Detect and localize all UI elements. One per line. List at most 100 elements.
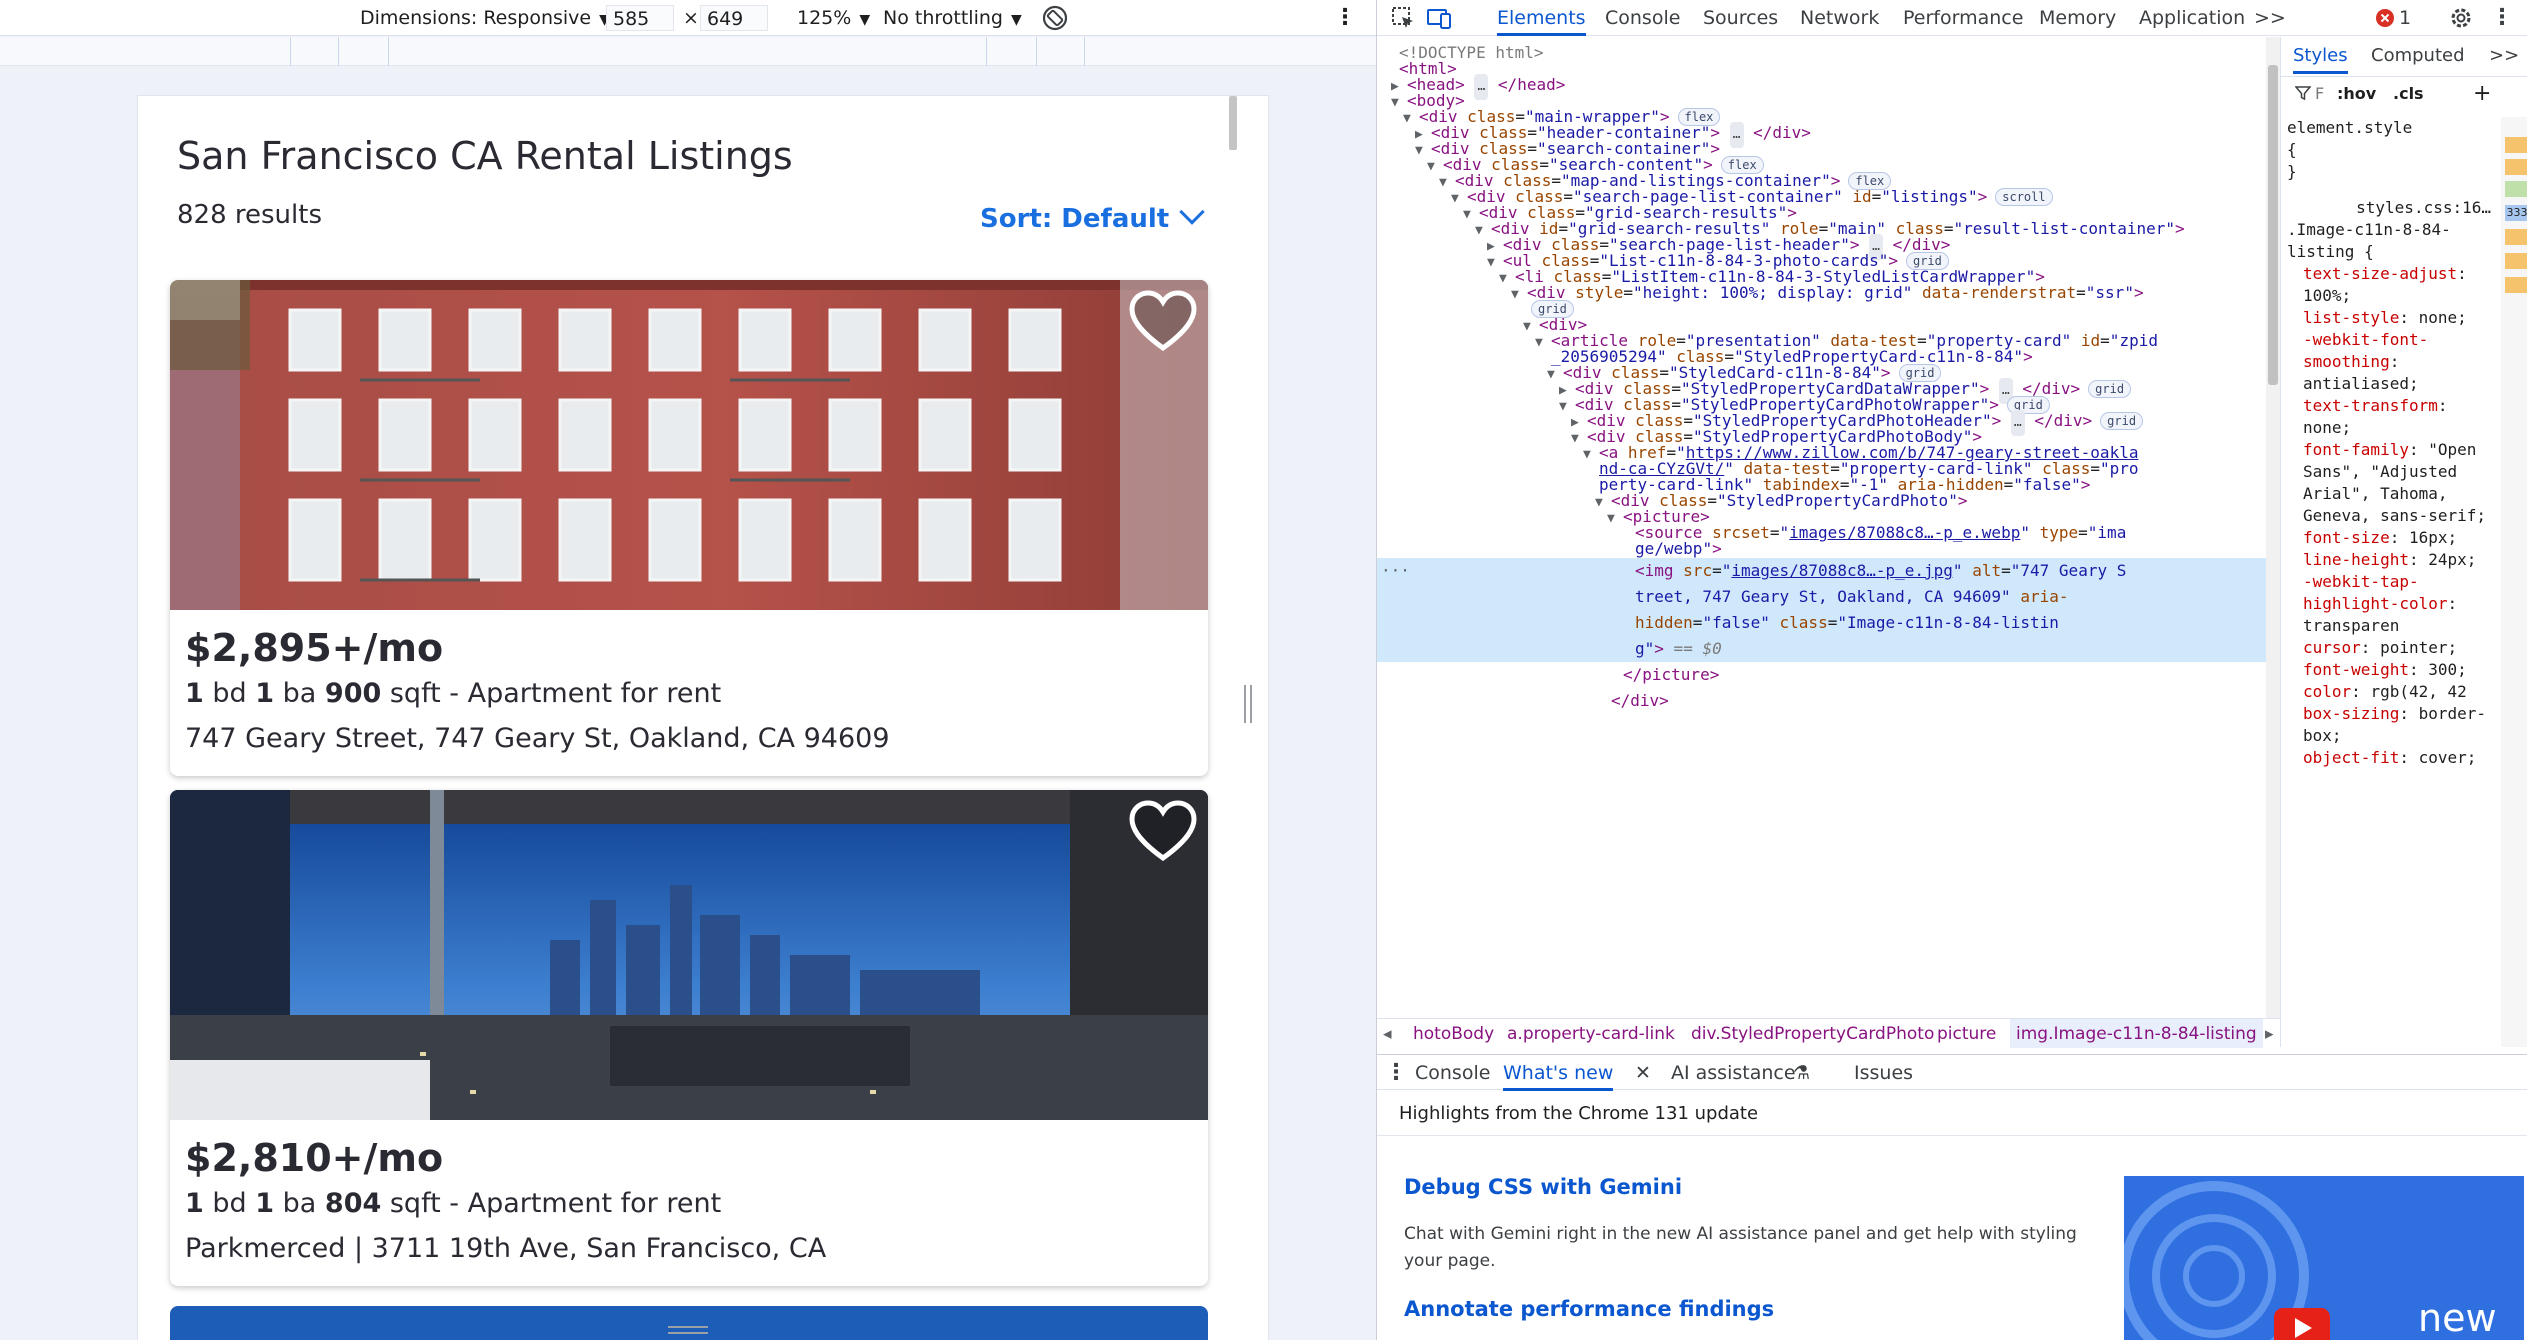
breadcrumb-item-current[interactable]: img.Image-c11n-8-84-listing — [2010, 1019, 2263, 1048]
dom-line-selected[interactable]: treet, 747 Geary St, Oakland, CA 94609" … — [1377, 584, 2266, 610]
dom-tree-scrollbar[interactable] — [2266, 37, 2280, 1047]
dom-tree[interactable]: <!DOCTYPE html> <html> ▶ <head> … </head>… — [1377, 37, 2266, 1047]
listing-address[interactable]: Parkmerced | 3711 19th Ave, San Francisc… — [185, 1233, 826, 1264]
breadcrumb-item[interactable]: div.StyledPropertyCardPhoto — [1691, 1019, 1934, 1048]
css-declaration[interactable]: font-weight: 300; — [2287, 659, 2497, 681]
tab-console[interactable]: Console — [1605, 0, 1680, 36]
css-value[interactable]: pointer; — [2380, 638, 2457, 657]
css-property[interactable]: cursor — [2303, 638, 2361, 657]
listing-photo[interactable] — [170, 790, 1208, 1120]
more-tabs-button[interactable]: >> — [2489, 45, 2519, 66]
css-value[interactable]: 300; — [2428, 660, 2467, 679]
css-property[interactable]: line-height — [2303, 550, 2409, 569]
drawer-tab-issues[interactable]: Issues — [1854, 1055, 1913, 1091]
more-vert-icon[interactable]: ⋮ — [2491, 0, 2513, 36]
tab-sources[interactable]: Sources — [1703, 0, 1778, 36]
css-property[interactable]: -webkit-font-smoothing — [2303, 330, 2428, 371]
css-value[interactable]: transparen — [2303, 616, 2399, 635]
breadcrumb-item[interactable]: hotoBody — [1413, 1019, 1494, 1048]
sort-dropdown[interactable]: Sort: Default — [980, 199, 1205, 234]
height-input[interactable]: 649 — [700, 5, 768, 31]
viewport-resize-handle-right[interactable] — [1244, 685, 1252, 723]
tab-styles[interactable]: Styles — [2293, 45, 2348, 74]
page-scrollbar[interactable] — [1229, 96, 1237, 150]
css-declaration[interactable]: font-size: 16px; — [2287, 527, 2497, 549]
listing-card-partial[interactable] — [170, 1306, 1208, 1340]
error-count[interactable]: 1 — [2399, 0, 2411, 36]
css-declaration[interactable]: box-sizing: border-box; — [2287, 703, 2497, 747]
css-declaration[interactable]: list-style: none; — [2287, 307, 2497, 329]
dimensions-dropdown[interactable]: Dimensions: Responsive ▼ — [360, 5, 610, 31]
drawer-tab-whats-new[interactable]: What's new — [1503, 1055, 1614, 1091]
more-vert-icon[interactable]: ⋮ — [1334, 5, 1356, 31]
css-property[interactable]: font-size — [2303, 528, 2390, 547]
listing-address[interactable]: 747 Geary Street, 747 Geary St, Oakland,… — [185, 723, 890, 754]
css-declaration[interactable]: text-transform: none; — [2287, 395, 2497, 439]
src-link[interactable]: images/87088c8…-p_e.jpg — [1731, 561, 1953, 580]
rotate-icon[interactable] — [1040, 3, 1070, 31]
css-value[interactable]: antialiased; — [2303, 374, 2419, 393]
css-value[interactable]: cover; — [2419, 748, 2477, 767]
add-rule-icon[interactable]: + — [2473, 81, 2491, 106]
scroll-left-icon[interactable]: ◂ — [1383, 1019, 1392, 1048]
more-horiz-icon[interactable]: ··· — [1381, 558, 1410, 584]
feature-title-link[interactable]: Debug CSS with Gemini — [1404, 1175, 1682, 1199]
dom-line-selected[interactable]: g"> == $0 — [1377, 636, 2266, 662]
viewport-resize-handle-bottom[interactable] — [668, 1326, 708, 1334]
feature-title-link[interactable]: Annotate performance findings — [1404, 1297, 1774, 1321]
zoom-dropdown[interactable]: 125% ▼ — [797, 5, 870, 31]
rule-selector[interactable]: .Image-c11n-8-84-listing { — [2287, 219, 2497, 263]
css-value[interactable]: 16px; — [2409, 528, 2457, 547]
tab-performance[interactable]: Performance — [1903, 0, 2023, 36]
listing-photo[interactable] — [170, 280, 1208, 610]
width-input[interactable]: 585 — [606, 5, 674, 31]
inspect-element-icon[interactable] — [1389, 4, 1417, 32]
css-value[interactable]: none; — [2303, 418, 2351, 437]
drawer-menu-icon[interactable]: ⋮ — [1385, 1055, 1407, 1091]
dom-line-selected[interactable]: hidden="false" class="Image-c11n-8-84-li… — [1377, 610, 2266, 636]
breadcrumb-item[interactable]: a.property-card-link — [1507, 1019, 1675, 1048]
rule-source-link[interactable]: styles.css:16… — [2287, 197, 2497, 219]
tab-computed[interactable]: Computed — [2371, 45, 2465, 66]
tab-elements[interactable]: Elements — [1497, 0, 1586, 36]
scrollbar-thumb[interactable] — [2268, 65, 2278, 385]
dom-line[interactable]: </div> — [1377, 688, 2266, 714]
css-property[interactable]: object-fit — [2303, 748, 2399, 767]
filter-input[interactable]: F — [2315, 84, 2335, 103]
css-declaration[interactable]: font-family: "Open Sans", "Adjusted Aria… — [2287, 439, 2497, 527]
tab-application[interactable]: Application — [2139, 0, 2245, 36]
css-property[interactable]: -webkit-tap-highlight-color — [2303, 572, 2448, 613]
css-property[interactable]: color — [2303, 682, 2351, 701]
element-style-selector[interactable]: element.style — [2287, 117, 2497, 139]
css-property[interactable]: font-weight — [2303, 660, 2409, 679]
scroll-right-icon[interactable]: ▸ — [2265, 1019, 2274, 1048]
more-tabs-button[interactable]: >> — [2254, 0, 2286, 36]
tab-memory[interactable]: Memory — [2039, 0, 2116, 36]
class-toggle-button[interactable]: .cls — [2393, 84, 2424, 103]
favorite-heart-icon[interactable] — [1128, 290, 1198, 354]
css-declaration[interactable]: color: rgb(42, 42 — [2287, 681, 2497, 703]
css-declaration[interactable]: -webkit-font-smoothing: antialiased; — [2287, 329, 2497, 395]
whats-new-video-thumbnail[interactable]: new — [2124, 1176, 2524, 1340]
css-property[interactable]: text-transform — [2303, 396, 2438, 415]
device-toggle-icon[interactable] — [1425, 4, 1453, 32]
hover-states-button[interactable]: :hov — [2337, 84, 2376, 103]
css-value[interactable]: 100%; — [2303, 286, 2351, 305]
favorite-heart-icon[interactable] — [1128, 800, 1198, 864]
css-property[interactable]: font-family — [2303, 440, 2409, 459]
css-declaration[interactable]: cursor: pointer; — [2287, 637, 2497, 659]
css-value[interactable]: 24px; — [2428, 550, 2476, 569]
throttling-dropdown[interactable]: No throttling ▼ — [883, 5, 1022, 31]
css-declaration[interactable]: object-fit: cover; — [2287, 747, 2497, 769]
dom-line[interactable]: </picture> — [1377, 662, 2266, 688]
close-icon[interactable]: ✕ — [1635, 1055, 1651, 1091]
css-property[interactable]: list-style — [2303, 308, 2399, 327]
tab-network[interactable]: Network — [1800, 0, 1879, 36]
breadcrumb-item[interactable]: picture — [1937, 1019, 1996, 1048]
error-icon[interactable] — [2375, 8, 2395, 28]
settings-gear-icon[interactable] — [2447, 4, 2475, 32]
css-value[interactable]: rgb(42, 42 — [2370, 682, 2466, 701]
css-property[interactable]: text-size-adjust — [2303, 264, 2457, 283]
css-declaration[interactable]: text-size-adjust: 100%; — [2287, 263, 2497, 307]
css-declaration[interactable]: line-height: 24px; — [2287, 549, 2497, 571]
